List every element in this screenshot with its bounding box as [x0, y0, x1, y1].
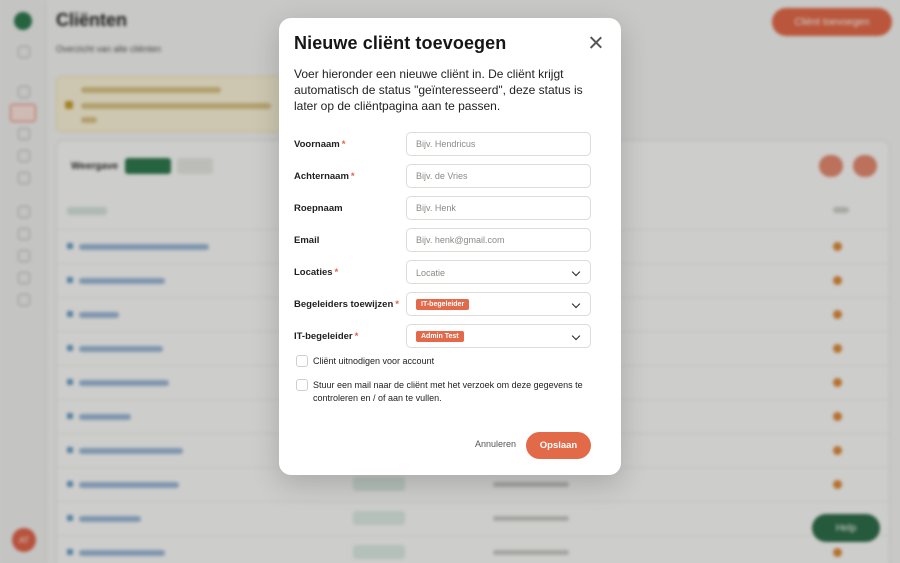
- selected-tag[interactable]: Admin Test: [416, 331, 464, 342]
- first-name-label: Voornaam *: [294, 139, 346, 150]
- send-mail-label: Stuur een mail naar de cliënt met het ve…: [313, 380, 583, 403]
- required-marker: *: [395, 299, 399, 310]
- first-name-input[interactable]: [406, 132, 591, 156]
- locations-label: Locaties *: [294, 267, 339, 278]
- invite-account-label: Cliënt uitnodigen voor account: [313, 356, 435, 366]
- it-supervisor-label: IT-begeleider *: [294, 331, 359, 342]
- email-field[interactable]: [406, 228, 591, 252]
- last-name-input[interactable]: [406, 164, 591, 188]
- invite-account-checkbox[interactable]: [296, 355, 308, 367]
- email-label: Email: [294, 235, 320, 246]
- save-button[interactable]: Opslaan: [526, 432, 591, 459]
- chevron-down-icon: [571, 299, 581, 309]
- nickname-input[interactable]: [406, 196, 591, 220]
- required-marker: *: [350, 171, 355, 182]
- locations-select[interactable]: Locatie: [406, 260, 591, 284]
- required-marker: *: [354, 331, 359, 342]
- selected-tag[interactable]: IT-begeleider: [416, 299, 470, 310]
- new-client-modal: Nieuwe cliënt toevoegen Voer hieronder e…: [279, 18, 621, 475]
- cancel-button[interactable]: Annuleren: [475, 439, 516, 449]
- chevron-down-icon: [571, 267, 581, 277]
- it-supervisor-select[interactable]: Admin Test: [406, 324, 591, 348]
- assign-supervisors-select[interactable]: IT-begeleider: [406, 292, 591, 316]
- locations-placeholder: Locatie: [416, 268, 446, 278]
- required-marker: *: [334, 267, 339, 278]
- nickname-label: Roepnaam: [294, 203, 343, 214]
- last-name-label: Achternaam *: [294, 171, 355, 182]
- chevron-down-icon: [571, 331, 581, 341]
- required-marker: *: [341, 139, 346, 150]
- assign-supervisors-label: Begeleiders toewijzen *: [294, 299, 399, 310]
- close-icon[interactable]: [585, 32, 607, 54]
- send-mail-checkbox[interactable]: [296, 379, 308, 391]
- modal-description: Voer hieronder een nieuwe cliënt in. De …: [294, 67, 583, 113]
- modal-title: Nieuwe cliënt toevoegen: [294, 33, 507, 53]
